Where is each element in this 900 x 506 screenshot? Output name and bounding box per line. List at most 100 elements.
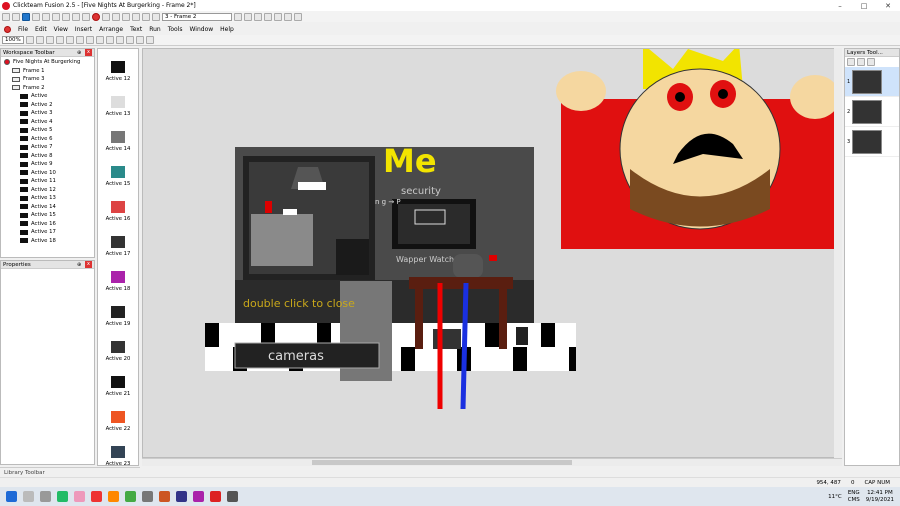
game-icon[interactable] (176, 491, 187, 502)
menu-tools[interactable]: Tools (168, 26, 183, 33)
new-icon[interactable] (2, 12, 10, 21)
menu-help[interactable]: Help (220, 26, 234, 33)
tree-object-item[interactable]: Active 15 (1, 211, 94, 220)
tree-object-item[interactable]: Active 10 (1, 169, 94, 178)
close-icon[interactable]: ✕ (876, 2, 900, 10)
terminal-icon[interactable] (227, 491, 238, 502)
tree-object-item[interactable]: Active 13 (1, 194, 94, 203)
lang-text[interactable]: ENG CMS (848, 490, 860, 504)
bold-icon[interactable] (76, 36, 84, 44)
tree-object-item[interactable]: Active 5 (1, 126, 94, 135)
add-layer-icon[interactable] (847, 58, 855, 66)
record-icon[interactable] (210, 491, 221, 502)
paste-icon[interactable] (52, 12, 60, 21)
tree-object-item[interactable]: Active 4 (1, 118, 94, 127)
blender-icon[interactable] (108, 491, 119, 502)
zoom-select[interactable]: 100% (2, 36, 24, 44)
tree-frame-item[interactable]: Frame 2 (1, 84, 94, 93)
object-item[interactable]: Active 22 (98, 399, 138, 434)
tree-object-item[interactable]: Active 8 (1, 152, 94, 161)
tree-object-item[interactable]: Active (1, 92, 94, 101)
snap-icon[interactable] (56, 36, 64, 44)
tree-object-item[interactable]: Active 9 (1, 160, 94, 169)
app-menu-icon[interactable] (4, 26, 11, 33)
tree-frame-item[interactable]: Frame 3 (1, 75, 94, 84)
storyboard-icon[interactable] (112, 12, 120, 21)
frame-editor-svg[interactable]: Me security n g → P Wapper Watchers doub… (143, 49, 842, 458)
align-icon[interactable] (254, 12, 262, 21)
cut-icon[interactable] (32, 12, 40, 21)
menu-arrange[interactable]: Arrange (99, 26, 123, 33)
next-frame-icon[interactable] (244, 12, 252, 21)
start-icon[interactable] (6, 491, 17, 502)
object-item[interactable]: Active 16 (98, 189, 138, 224)
object-item[interactable]: Active 21 (98, 364, 138, 399)
frame-select[interactable]: 3 - Frame 2 (162, 12, 232, 21)
tree-object-item[interactable]: Active 7 (1, 143, 94, 152)
object-item[interactable]: Active 19 (98, 294, 138, 329)
options-icon[interactable] (294, 12, 302, 21)
stop-icon[interactable] (102, 12, 110, 21)
group-icon[interactable] (264, 12, 272, 21)
tree-object-item[interactable]: Active 12 (1, 186, 94, 195)
layer-item[interactable]: 2 (845, 97, 899, 127)
task-view-icon[interactable] (40, 491, 51, 502)
close-panel-icon[interactable]: x (85, 49, 92, 56)
object-item[interactable]: Active 18 (98, 259, 138, 294)
settings-icon[interactable] (142, 491, 153, 502)
maximize-icon[interactable]: □ (852, 2, 876, 10)
frame-border-icon[interactable] (66, 36, 74, 44)
vertical-scrollbar[interactable] (834, 48, 842, 458)
object-item[interactable]: Active 15 (98, 154, 138, 189)
menu-insert[interactable]: Insert (75, 26, 92, 33)
close-panel-icon[interactable]: x (85, 261, 92, 268)
clock[interactable]: 12:41 PM 9/19/2021 (866, 490, 894, 504)
redo-icon[interactable] (72, 12, 80, 21)
tree-object-item[interactable]: Active 6 (1, 135, 94, 144)
tree-object-item[interactable]: Active 17 (1, 228, 94, 237)
layout-icon[interactable] (274, 12, 282, 21)
game-icon[interactable] (193, 491, 204, 502)
object-item[interactable]: Active 13 (98, 84, 138, 119)
edge-icon[interactable] (57, 491, 68, 502)
layer-item[interactable]: 3 (845, 127, 899, 157)
zoom-out-icon[interactable] (36, 36, 44, 44)
tree-object-item[interactable]: Active 14 (1, 203, 94, 212)
scrollbar-thumb[interactable] (312, 460, 572, 465)
object-item[interactable]: Active 23 (98, 434, 138, 465)
menu-window[interactable]: Window (190, 26, 214, 33)
menu-view[interactable]: View (54, 26, 68, 33)
grid-icon[interactable] (284, 12, 292, 21)
align-right-icon[interactable] (136, 36, 144, 44)
align-center-icon[interactable] (126, 36, 134, 44)
tree-object-item[interactable]: Active 2 (1, 101, 94, 110)
app-icon[interactable] (74, 491, 85, 502)
tree-frame-item[interactable]: Frame 1 (1, 67, 94, 76)
align-left-icon[interactable] (116, 36, 124, 44)
fusion-icon[interactable] (91, 491, 102, 502)
menu-edit[interactable]: Edit (35, 26, 47, 33)
object-item[interactable]: Active 17 (98, 224, 138, 259)
delete-layer-icon[interactable] (857, 58, 865, 66)
grid-toggle-icon[interactable] (46, 36, 54, 44)
object-item[interactable]: Active 14 (98, 119, 138, 154)
game-icon[interactable] (159, 491, 170, 502)
tree-object-item[interactable]: Active 11 (1, 177, 94, 186)
undo-icon[interactable] (62, 12, 70, 21)
minimize-icon[interactable]: – (828, 2, 852, 10)
save-icon[interactable] (22, 12, 30, 21)
library-toolbar-tab[interactable]: Library Toolbar (0, 467, 140, 477)
run-icon[interactable] (92, 12, 100, 21)
tree-object-item[interactable]: Active 16 (1, 220, 94, 229)
search-icon[interactable] (23, 491, 34, 502)
layer-item[interactable]: 1 (845, 67, 899, 97)
underline-icon[interactable] (96, 36, 104, 44)
menu-run[interactable]: Run (149, 26, 161, 33)
event-list-icon[interactable] (142, 12, 150, 21)
chrome-icon[interactable] (125, 491, 136, 502)
italic-icon[interactable] (86, 36, 94, 44)
menu-file[interactable]: File (18, 26, 28, 33)
text-options-icon[interactable] (146, 36, 154, 44)
copy-icon[interactable] (42, 12, 50, 21)
zoom-in-icon[interactable] (26, 36, 34, 44)
